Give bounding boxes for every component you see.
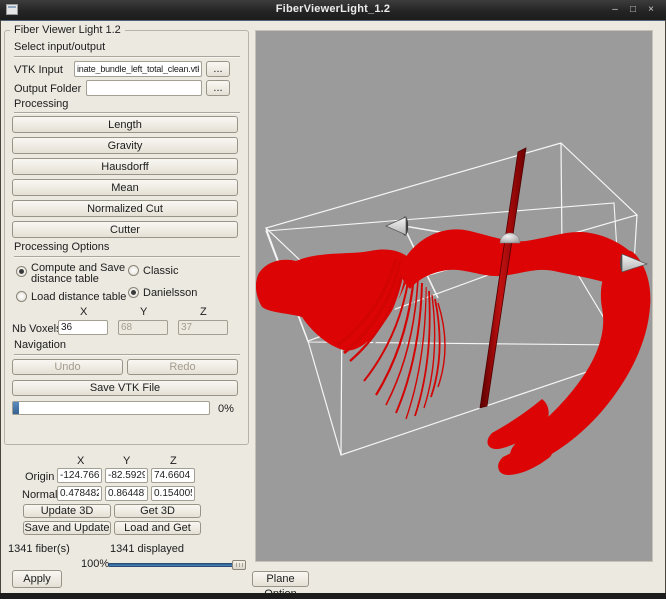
nb-voxels-z-field (178, 320, 228, 335)
undo-button[interactable]: Undo (12, 359, 123, 375)
voxels-axis-x: X (80, 306, 87, 318)
display-percent-slider[interactable] (108, 560, 246, 570)
normalized-cut-button[interactable]: Normalized Cut (12, 200, 238, 217)
progress-label: 0% (218, 403, 234, 415)
save-vtk-button[interactable]: Save VTK File (12, 380, 238, 396)
section-select-io: Select input/output (14, 41, 105, 53)
section-processing: Processing (14, 98, 68, 110)
maximize-button[interactable]: □ (626, 3, 640, 17)
separator (14, 256, 240, 258)
viewport-3d-canvas[interactable] (256, 31, 652, 561)
mean-button[interactable]: Mean (12, 179, 238, 196)
output-folder-field[interactable] (86, 80, 202, 96)
plane-normal-cone-left[interactable] (386, 217, 408, 236)
output-folder-label: Output Folder (14, 83, 81, 95)
radio-danielsson-label[interactable]: Danielsson (143, 288, 197, 299)
plane-axis-y: Y (123, 455, 130, 467)
radio-compute-save[interactable] (16, 266, 27, 277)
radio-classic[interactable] (128, 265, 139, 276)
origin-z-field[interactable] (151, 468, 195, 483)
application-window: FiberViewerLight_1.2 – □ × Fiber Viewer … (0, 0, 666, 599)
groupbox-title: Fiber Viewer Light 1.2 (10, 24, 125, 36)
window-border-bottom (0, 593, 666, 599)
nb-voxels-y-field (118, 320, 168, 335)
hausdorff-button[interactable]: Hausdorff (12, 158, 238, 175)
separator (14, 56, 240, 58)
normal-label: Normal (22, 489, 57, 501)
cutter-rod[interactable] (480, 148, 526, 408)
nb-voxels-label: Nb Voxels (12, 323, 62, 335)
normal-x-field[interactable] (57, 486, 102, 501)
progress-fill (13, 402, 19, 414)
output-browse-button[interactable]: ... (206, 80, 230, 96)
radio-load-distance[interactable] (16, 291, 27, 302)
close-button[interactable]: × (644, 3, 658, 17)
radio-compute-save-label[interactable]: Compute and Save distance table (31, 263, 127, 285)
normal-y-field[interactable] (105, 486, 148, 501)
vtk-input-label: VTK Input (14, 64, 63, 76)
origin-y-field[interactable] (105, 468, 148, 483)
normal-z-field[interactable] (151, 486, 195, 501)
radio-danielsson[interactable] (128, 287, 139, 298)
percent-label: 100% (81, 558, 109, 570)
apply-button[interactable]: Apply (12, 570, 62, 588)
cutter-button[interactable]: Cutter (12, 221, 238, 238)
fiber-bundle (256, 229, 650, 475)
progress-bar (12, 401, 210, 415)
title-bar[interactable]: FiberViewerLight_1.2 – □ × (0, 0, 666, 21)
separator (14, 354, 240, 356)
plane-origin-sphere[interactable] (500, 233, 520, 243)
minimize-button[interactable]: – (608, 3, 622, 17)
slider-handle[interactable] (232, 560, 246, 570)
section-navigation: Navigation (14, 339, 66, 351)
save-and-update-button[interactable]: Save and Update (23, 521, 111, 535)
slider-track[interactable] (108, 563, 246, 567)
length-button[interactable]: Length (12, 116, 238, 133)
radio-load-distance-label[interactable]: Load distance table (31, 292, 126, 303)
voxels-axis-y: Y (140, 306, 147, 318)
radio-classic-label[interactable]: Classic (143, 266, 178, 277)
separator (14, 112, 240, 114)
redo-button[interactable]: Redo (127, 359, 238, 375)
update-3d-button[interactable]: Update 3D (23, 504, 111, 518)
load-and-get-button[interactable]: Load and Get (114, 521, 201, 535)
origin-x-field[interactable] (57, 468, 102, 483)
viewport-3d[interactable] (255, 30, 653, 562)
get-3d-button[interactable]: Get 3D (114, 504, 201, 518)
plane-option-button[interactable]: Plane Option (252, 571, 309, 587)
origin-label: Origin (25, 471, 54, 483)
vtk-browse-button[interactable]: ... (206, 61, 230, 77)
window-title: FiberViewerLight_1.2 (0, 3, 666, 15)
nb-voxels-x-field[interactable] (58, 320, 108, 335)
plane-axis-z: Z (170, 455, 177, 467)
window-border-left (0, 20, 1, 599)
section-processing-options: Processing Options (14, 241, 109, 253)
displayed-count-label: 1341 displayed (110, 543, 184, 555)
fiber-count-label: 1341 fiber(s) (8, 543, 70, 555)
voxels-axis-z: Z (200, 306, 207, 318)
vtk-input-field[interactable] (74, 61, 202, 77)
gravity-button[interactable]: Gravity (12, 137, 238, 154)
plane-axis-x: X (77, 455, 84, 467)
